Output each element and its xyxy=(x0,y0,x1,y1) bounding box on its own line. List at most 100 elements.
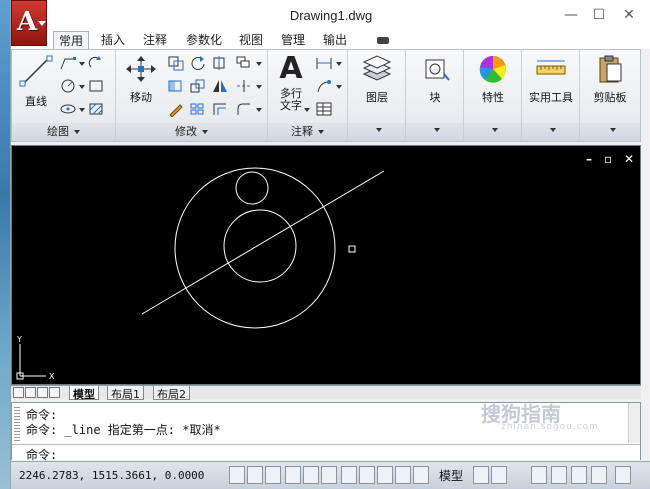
last-layout-button[interactable] xyxy=(49,387,60,398)
scale-button[interactable] xyxy=(188,77,208,95)
layers-button[interactable]: 图层 xyxy=(354,54,400,105)
drawing-area[interactable]: Y X – ▫ ✕ xyxy=(11,145,641,385)
panel-utilities-title[interactable] xyxy=(522,123,579,141)
showmotion-button[interactable] xyxy=(591,466,607,484)
next-layout-button[interactable] xyxy=(37,387,48,398)
command-window-grip[interactable] xyxy=(14,407,20,443)
erase-button[interactable] xyxy=(166,100,186,118)
chevron-down-icon[interactable] xyxy=(256,62,262,66)
tab-output[interactable]: 输出 xyxy=(317,31,353,49)
osnap-toggle[interactable] xyxy=(303,466,319,484)
panel-utilities: 实用工具 xyxy=(522,50,580,141)
viewport-restore-button[interactable]: ▫ xyxy=(604,152,612,166)
stretch-button[interactable] xyxy=(166,77,186,95)
ellipse-button[interactable] xyxy=(58,100,78,118)
tab-parametric[interactable]: 参数化 xyxy=(179,31,229,49)
otrack-toggle[interactable] xyxy=(341,466,357,484)
maximize-button[interactable]: ☐ xyxy=(584,4,614,26)
viewport-minimize-button[interactable]: – xyxy=(586,152,592,166)
minimize-button[interactable]: — xyxy=(556,4,586,26)
tab-layout2[interactable]: 布局2 xyxy=(153,386,190,401)
dimension-button[interactable] xyxy=(314,54,334,72)
polyline-button[interactable] xyxy=(58,54,78,72)
tab-home[interactable]: 常用 xyxy=(53,31,89,49)
tab-insert[interactable]: 插入 xyxy=(95,31,131,49)
arc-button[interactable] xyxy=(86,54,106,72)
panel-clipboard-title[interactable] xyxy=(580,123,640,141)
clipboard-button[interactable]: 剪贴板 xyxy=(584,54,636,105)
chevron-down-icon[interactable] xyxy=(336,85,342,89)
properties-button[interactable]: 特性 xyxy=(470,54,516,105)
lineweight-toggle[interactable] xyxy=(395,466,411,484)
quick-properties-toggle[interactable] xyxy=(413,466,429,484)
tab-manage[interactable]: 管理 xyxy=(275,31,311,49)
block-button[interactable]: 块 xyxy=(412,54,458,105)
ducs-toggle[interactable] xyxy=(359,466,375,484)
command-scrollbar[interactable] xyxy=(628,403,640,443)
color-wheel-icon xyxy=(479,55,506,83)
fillet-button[interactable] xyxy=(234,100,254,118)
chevron-down-icon[interactable] xyxy=(79,108,85,112)
stack-icon xyxy=(236,56,250,68)
close-button[interactable]: ✕ xyxy=(614,4,644,26)
utilities-button[interactable]: 实用工具 xyxy=(524,54,578,105)
copy-button[interactable] xyxy=(166,54,186,72)
move-button[interactable]: 移动 xyxy=(120,54,162,105)
tab-model[interactable]: 模型 xyxy=(69,386,99,401)
chevron-down-icon[interactable] xyxy=(79,85,85,89)
line-button[interactable]: 直线 xyxy=(18,54,54,109)
array-button[interactable] xyxy=(234,54,254,72)
3d-osnap-toggle[interactable] xyxy=(321,466,337,484)
clean-screen-button[interactable] xyxy=(615,466,631,484)
snap-toggle[interactable] xyxy=(229,466,245,484)
leader-button[interactable] xyxy=(314,77,334,95)
grid-toggle[interactable] xyxy=(247,466,263,484)
quick-view-drawings-button[interactable] xyxy=(491,466,507,484)
polar-toggle[interactable] xyxy=(285,466,301,484)
first-layout-button[interactable] xyxy=(13,387,24,398)
steering-wheel-button[interactable] xyxy=(571,466,587,484)
rotate-button[interactable] xyxy=(188,54,208,72)
trim-button[interactable] xyxy=(210,54,230,72)
table-button[interactable] xyxy=(314,100,334,118)
tab-annotate[interactable]: 注释 xyxy=(137,31,173,49)
chevron-down-icon xyxy=(202,130,208,134)
chevron-down-icon[interactable] xyxy=(256,108,262,112)
chevron-down-icon[interactable] xyxy=(79,62,85,66)
panel-block-title[interactable] xyxy=(406,123,463,141)
panel-modify-title[interactable]: 修改 xyxy=(116,123,267,141)
ribbon: 直线 绘图 移动 修改 A 多行 文字 注释 图层 块 特性 实用工具 剪贴板 xyxy=(11,49,641,142)
drawing-canvas[interactable]: Y X xyxy=(12,146,640,384)
application-menu-button[interactable]: A xyxy=(11,0,47,46)
viewport-close-button[interactable]: ✕ xyxy=(624,152,634,166)
ribbon-minimize-icon[interactable] xyxy=(377,37,389,44)
pan-button[interactable] xyxy=(531,466,547,484)
panel-properties-title[interactable] xyxy=(464,123,521,141)
panel-draw-title[interactable]: 绘图 xyxy=(12,123,115,141)
chevron-down-icon[interactable] xyxy=(304,108,310,112)
rectangle-button[interactable] xyxy=(86,77,106,95)
panel-annotation-title[interactable]: 注释 xyxy=(268,123,347,141)
array-grid-button[interactable] xyxy=(188,100,208,118)
chevron-down-icon[interactable] xyxy=(256,85,262,89)
circle-button[interactable] xyxy=(58,77,78,95)
tab-layout1[interactable]: 布局1 xyxy=(107,386,144,401)
dyn-toggle[interactable] xyxy=(377,466,393,484)
quick-view-layouts-button[interactable] xyxy=(473,466,489,484)
fillet-icon xyxy=(237,103,250,115)
command-input[interactable]: 命令: xyxy=(12,444,640,462)
mirror-button[interactable] xyxy=(210,77,230,95)
tab-view[interactable]: 视图 xyxy=(233,31,269,49)
middle-circle xyxy=(223,209,297,283)
prev-layout-button[interactable] xyxy=(25,387,36,398)
model-space-label[interactable]: 模型 xyxy=(439,467,463,484)
multiline-text-button[interactable]: A 多行 文字 xyxy=(272,52,310,112)
explode-button[interactable] xyxy=(234,77,254,95)
panel-layers-title[interactable] xyxy=(348,123,405,141)
offset-button[interactable] xyxy=(210,100,230,118)
title-bar: Drawing1.dwg — ☐ ✕ xyxy=(11,0,650,31)
zoom-icon[interactable] xyxy=(551,466,567,484)
hatch-button[interactable] xyxy=(86,100,106,118)
ortho-toggle[interactable] xyxy=(265,466,281,484)
chevron-down-icon[interactable] xyxy=(336,62,342,66)
